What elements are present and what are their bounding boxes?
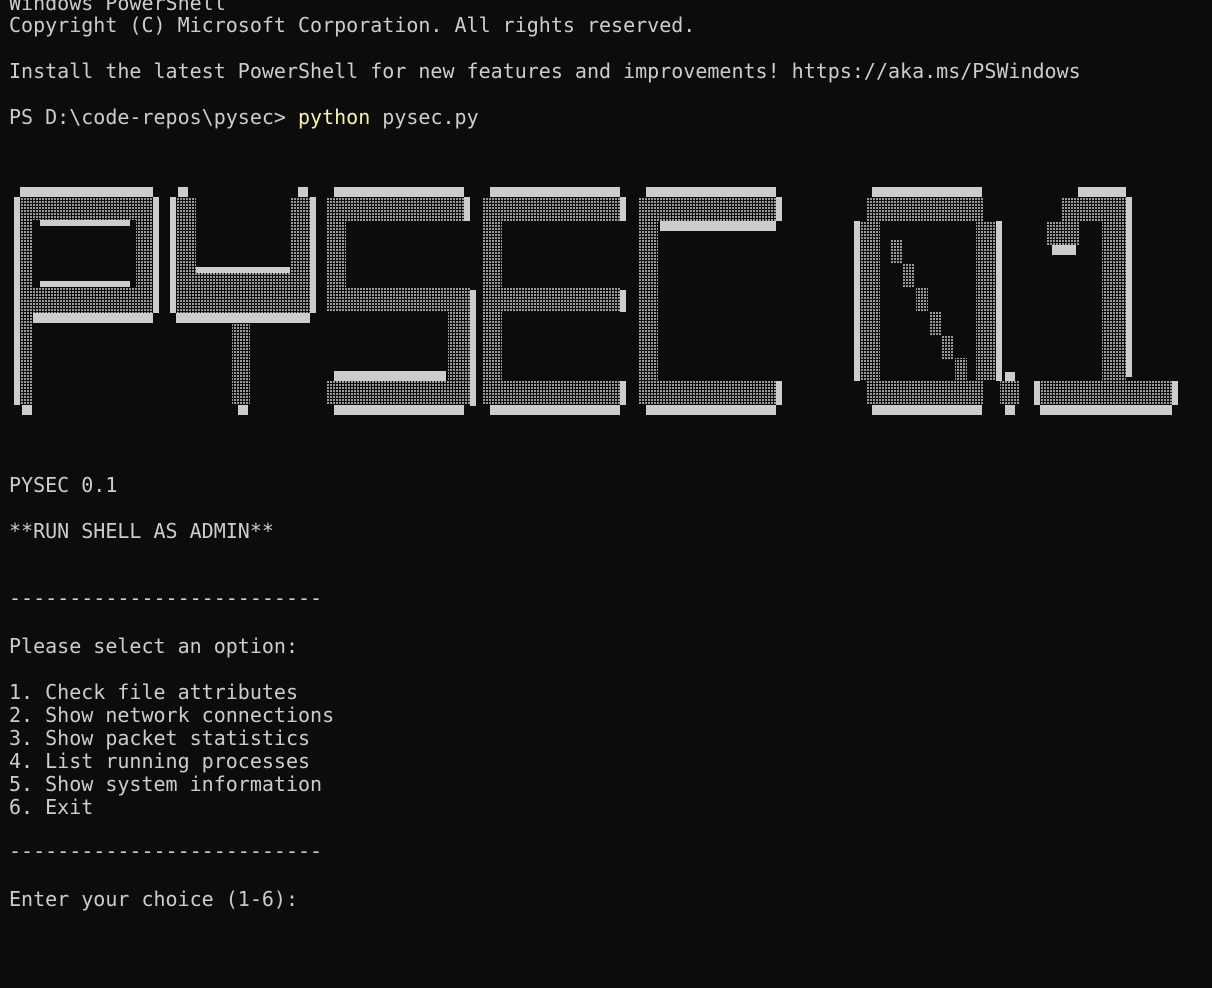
menu-prompt: Please select an option:: [9, 634, 298, 658]
banner-digit-one: [1034, 187, 1178, 415]
admin-notice: **RUN SHELL AS ADMIN**: [9, 519, 274, 543]
terminal-window[interactable]: { "terminal": { "header_line1": "Windows…: [0, 0, 1212, 988]
banner-digit-zero: [854, 187, 1002, 415]
separator-top: --------------------------: [9, 586, 323, 610]
ascii-art-banner: [14, 187, 1178, 415]
menu-option-check-file-attributes: 1. Check file attributes: [9, 680, 298, 704]
menu-option-exit: 6. Exit: [9, 795, 94, 819]
terminal-input-area[interactable]: [9, 912, 1199, 982]
menu-option-show-system-information: 5. Show system information: [9, 772, 323, 796]
banner-letter-c: [638, 187, 782, 415]
menu-option-show-packet-statistics: 3. Show packet statistics: [9, 726, 311, 750]
choice-input-prompt[interactable]: Enter your choice (1-6):: [9, 888, 310, 911]
banner-dot: [1000, 372, 1020, 415]
banner-letter-s: [326, 187, 476, 415]
app-title: PYSEC 0.1: [9, 473, 118, 497]
menu-option-show-network-connections: 2. Show network connections: [9, 703, 335, 727]
menu-option-list-running-processes: 4. List running processes: [9, 749, 311, 773]
banner-letter-p: [14, 187, 159, 415]
banner-letter-e: [482, 187, 626, 415]
separator-bottom: --------------------------: [9, 839, 323, 863]
banner-letter-y: [170, 187, 316, 415]
